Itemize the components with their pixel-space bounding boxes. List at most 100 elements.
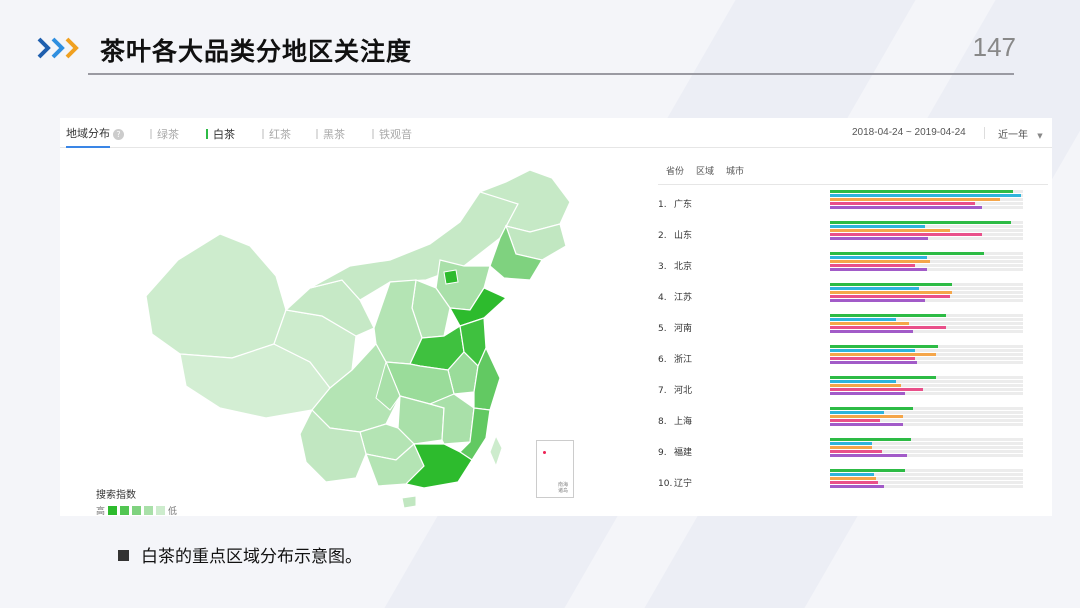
rank-number: 10. bbox=[658, 479, 673, 489]
tab-green-tea[interactable]: 绿茶 bbox=[150, 126, 179, 142]
index-bar bbox=[830, 446, 873, 449]
index-bar bbox=[830, 322, 910, 325]
tab-region[interactable]: 区域 bbox=[696, 164, 714, 177]
bar-track bbox=[830, 322, 1023, 325]
index-bar bbox=[830, 361, 917, 364]
bar-track bbox=[830, 314, 1023, 317]
index-bar bbox=[830, 380, 896, 383]
bar-track bbox=[830, 392, 1023, 395]
index-bar bbox=[830, 415, 904, 418]
bar-track bbox=[830, 202, 1023, 205]
index-bar bbox=[830, 376, 937, 379]
rank-number: 5. bbox=[658, 324, 667, 334]
bar-track bbox=[830, 411, 1023, 414]
tab-dark-tea[interactable]: 黑茶 bbox=[316, 126, 345, 142]
index-bar bbox=[830, 314, 946, 317]
index-bar bbox=[830, 392, 906, 395]
index-bar bbox=[830, 345, 939, 348]
section-title: 地域分布? bbox=[66, 125, 124, 141]
south-china-sea-inset: 南海诸岛 bbox=[536, 440, 574, 498]
bar-track bbox=[830, 415, 1023, 418]
bar-track bbox=[830, 237, 1023, 240]
index-bar bbox=[830, 252, 985, 255]
index-bar bbox=[830, 473, 875, 476]
ranking-row: 1. 广东 bbox=[658, 190, 1048, 218]
date-range[interactable]: 2018-04-24 ~ 2019-04-24 bbox=[852, 127, 966, 138]
bar-track bbox=[830, 287, 1023, 290]
index-bar bbox=[830, 349, 915, 352]
ranking-label: 10. 辽宁 bbox=[658, 476, 692, 489]
ranking-row: 5. 河南 bbox=[658, 314, 1048, 342]
ranking-row: 7. 河北 bbox=[658, 376, 1048, 404]
header-divider bbox=[88, 73, 1014, 75]
slide-title: 茶叶各大品类分地区关注度 bbox=[100, 37, 413, 66]
index-bar bbox=[830, 477, 877, 480]
index-bar bbox=[830, 423, 904, 426]
tab-city[interactable]: 城市 bbox=[726, 164, 744, 177]
bar-track bbox=[830, 446, 1023, 449]
legend-low-label: 低 bbox=[168, 507, 178, 517]
bar-track bbox=[830, 376, 1023, 379]
index-bar bbox=[830, 450, 883, 453]
index-bar bbox=[830, 229, 950, 232]
map-region-taiwan bbox=[489, 434, 503, 468]
period-select[interactable]: 近一年 ▼ bbox=[998, 126, 1043, 141]
bar-track bbox=[830, 380, 1023, 383]
tab-province[interactable]: 省份 bbox=[666, 164, 684, 177]
region-distribution-panel: 地域分布? 绿茶 白茶 红茶 黑茶 铁观音 2018-04-24 ~ 2019-… bbox=[60, 118, 1052, 517]
bar-track bbox=[830, 318, 1023, 321]
map-region-shaanxi bbox=[373, 279, 423, 365]
index-bar bbox=[830, 225, 925, 228]
tab-tieguanyin[interactable]: 铁观音 bbox=[372, 126, 412, 142]
index-bar bbox=[830, 384, 902, 387]
index-bar bbox=[830, 357, 915, 360]
bar-track bbox=[830, 229, 1023, 232]
index-bar bbox=[830, 237, 929, 240]
rank-number: 6. bbox=[658, 355, 667, 365]
rank-number: 2. bbox=[658, 231, 667, 241]
bar-track bbox=[830, 190, 1023, 193]
index-bar bbox=[830, 485, 885, 488]
bar-track bbox=[830, 361, 1023, 364]
bar-track bbox=[830, 256, 1023, 259]
index-bar bbox=[830, 295, 950, 298]
bar-track bbox=[830, 252, 1023, 255]
bar-track bbox=[830, 419, 1023, 422]
bar-track bbox=[830, 345, 1023, 348]
divider bbox=[984, 127, 985, 139]
bar-track bbox=[830, 477, 1023, 480]
map-region-hainan bbox=[401, 495, 417, 509]
bar-track bbox=[830, 423, 1023, 426]
index-bar bbox=[830, 411, 885, 414]
question-circle-icon[interactable]: ? bbox=[113, 129, 124, 140]
index-bar bbox=[830, 202, 975, 205]
province-name: 河北 bbox=[674, 386, 693, 396]
ranking-label: 1. 广东 bbox=[658, 197, 692, 210]
index-bar bbox=[830, 198, 1000, 201]
ranking-label: 8. 上海 bbox=[658, 414, 692, 427]
index-bar bbox=[830, 353, 937, 356]
tab-black-tea[interactable]: 红茶 bbox=[262, 126, 291, 142]
map-region-xinjiang bbox=[145, 233, 287, 359]
bar-track bbox=[830, 485, 1023, 488]
province-name: 北京 bbox=[674, 262, 693, 272]
index-bar bbox=[830, 206, 983, 209]
tab-white-tea[interactable]: 白茶 bbox=[206, 126, 235, 142]
bar-track bbox=[830, 469, 1023, 472]
index-bar bbox=[830, 318, 896, 321]
province-name: 辽宁 bbox=[674, 479, 693, 489]
ranking-row: 9. 福建 bbox=[658, 438, 1048, 466]
province-name: 山东 bbox=[674, 231, 693, 241]
rank-number: 9. bbox=[658, 448, 667, 458]
ranking-label: 3. 北京 bbox=[658, 259, 692, 272]
index-bar bbox=[830, 291, 952, 294]
caret-down-icon: ▼ bbox=[1037, 132, 1043, 140]
bar-track bbox=[830, 454, 1023, 457]
slide-caption: 白茶的重点区域分布示意图。 bbox=[118, 542, 362, 567]
province-name: 上海 bbox=[674, 417, 693, 427]
bar-track bbox=[830, 407, 1023, 410]
bar-track bbox=[830, 206, 1023, 209]
bar-track bbox=[830, 291, 1023, 294]
page-number: 147 bbox=[972, 32, 1016, 62]
province-name: 广东 bbox=[674, 200, 693, 210]
